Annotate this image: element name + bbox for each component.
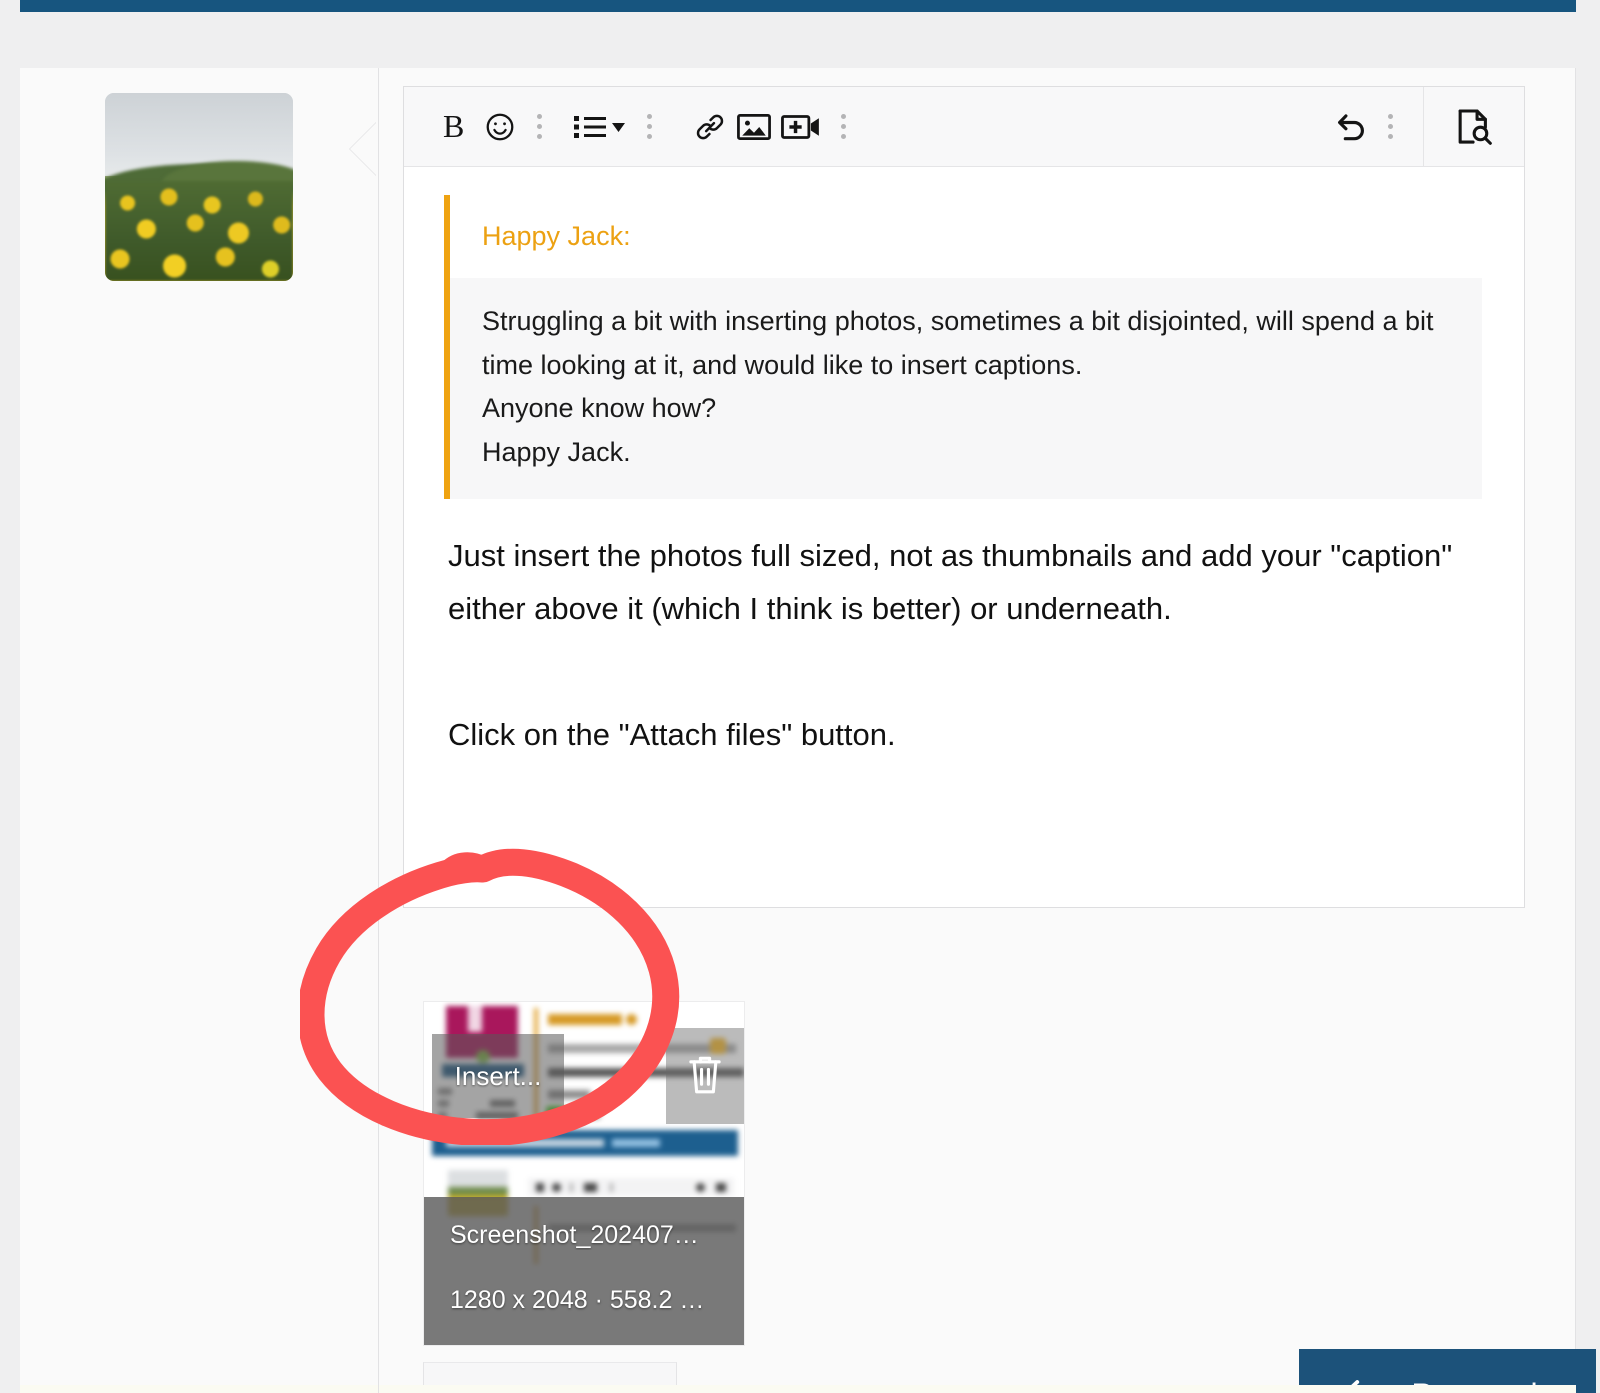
reply-editor-card: B Happy Jack: Struggling a bit with inse…: [20, 68, 1596, 1393]
overflow-menu-1[interactable]: [522, 105, 556, 149]
bubble-notch: [350, 123, 376, 175]
overflow-menu-3[interactable]: [826, 105, 860, 149]
quote-block: Happy Jack: Struggling a bit with insert…: [444, 195, 1482, 499]
editor-toolbar: B: [404, 86, 1524, 167]
list-dropdown-button[interactable]: [570, 105, 632, 149]
insert-attachment-label: Insert...: [454, 1060, 542, 1091]
editor-content-area[interactable]: Happy Jack: Struggling a bit with insert…: [404, 167, 1524, 907]
attachment-filename: Screenshot_202407…: [450, 1221, 699, 1249]
attachment-dimensions-size: 1280 x 2048 · 558.2 …: [450, 1286, 705, 1314]
trash-icon: [689, 1056, 721, 1094]
overflow-menu-4[interactable]: [1373, 105, 1407, 149]
toggle-preview-button[interactable]: [1424, 87, 1524, 167]
attachment-item[interactable]: Insert... Screenshot_202407… 1280 x 2048…: [423, 1001, 745, 1346]
dot: [840, 124, 846, 129]
quote-body: Struggling a bit with inserting photos, …: [450, 278, 1482, 499]
quote-line: Struggling a bit with inserting photos, …: [482, 306, 1434, 380]
dot: [1387, 124, 1393, 129]
dot: [1387, 114, 1393, 119]
insert-link-button[interactable]: [688, 105, 732, 149]
dot: [536, 114, 542, 119]
insert-image-button[interactable]: [732, 105, 776, 149]
delete-attachment-button[interactable]: [666, 1028, 744, 1124]
editor-wrapper: B Happy Jack: Struggling a bit with inse…: [403, 86, 1525, 908]
reply-paragraph: Click on the "Attach files" button.: [448, 716, 896, 752]
attachment-list: Insert... Screenshot_202407… 1280 x 2048…: [423, 1001, 745, 1346]
dot: [840, 114, 846, 119]
quote-line: Anyone know how?: [482, 393, 717, 424]
dot: [646, 134, 652, 139]
undo-button[interactable]: [1329, 105, 1373, 149]
bold-button[interactable]: B: [434, 105, 478, 149]
svg-text:B: B: [443, 110, 464, 144]
overflow-menu-2[interactable]: [632, 105, 666, 149]
page-bottom-strip: [20, 1385, 1576, 1393]
avatar-sunflower-field: [105, 181, 293, 281]
avatar[interactable]: [105, 93, 293, 281]
dot: [536, 124, 542, 129]
editor-box: B Happy Jack: Struggling a bit with inse…: [403, 86, 1525, 908]
attachment-meta: Screenshot_202407… 1280 x 2048 · 558.2 …: [424, 1197, 744, 1345]
column-divider: [378, 68, 379, 1393]
dot: [1387, 134, 1393, 139]
quote-author: Happy Jack:: [450, 195, 1482, 278]
avatar-column: [20, 68, 378, 1393]
quote-line: Happy Jack.: [482, 437, 631, 468]
dot: [536, 134, 542, 139]
emoji-button[interactable]: [478, 105, 522, 149]
insert-video-button[interactable]: [776, 105, 826, 149]
reply-paragraph: Just insert the photos full sized, not a…: [448, 537, 1453, 627]
insert-attachment-button[interactable]: Insert...: [432, 1034, 564, 1118]
dot: [840, 134, 846, 139]
dot: [646, 124, 652, 129]
dot: [646, 114, 652, 119]
site-header-bar: [20, 0, 1576, 12]
